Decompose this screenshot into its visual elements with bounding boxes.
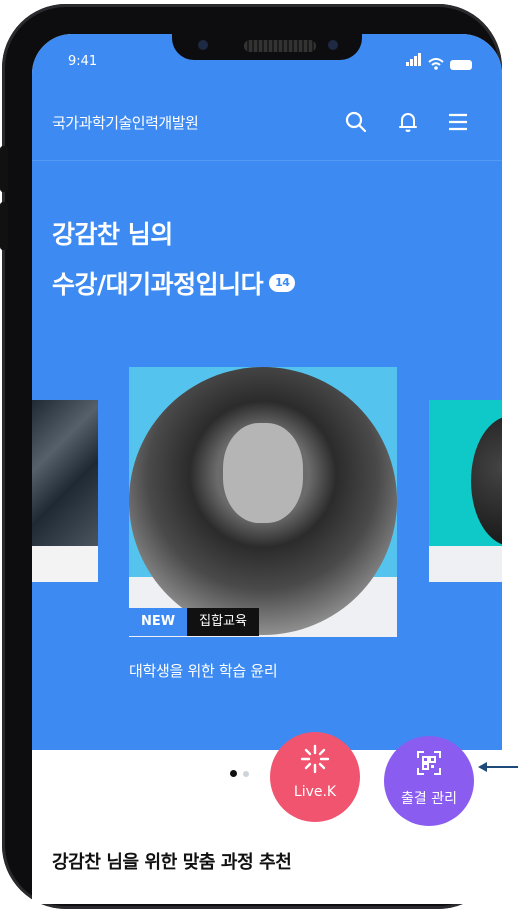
attendance-button[interactable]: 출결 관리: [384, 736, 474, 826]
course-title[interactable]: 대학생을 위한 학습 윤리: [129, 660, 278, 681]
recommend-section-title: 강감찬 님을 위한 맞춤 과정 추천: [52, 852, 292, 873]
camera-icon: [198, 40, 208, 50]
greeting-line2-text: 수강/대기과정입니다: [52, 270, 264, 299]
greeting-line2: 수강/대기과정입니다 14: [52, 260, 296, 310]
greeting-line1: 강감찬 님의: [52, 220, 173, 249]
app-screen: 9:41 국가과학기술인력개발원 강감찬 님의 수강/대기과정입니다 14 NE…: [32, 34, 502, 904]
live-k-button[interactable]: Live.K: [270, 732, 360, 822]
sparkle-icon: [300, 744, 330, 774]
org-name: 국가과학기술인력개발원: [52, 114, 199, 132]
speaker-grille: [244, 40, 316, 52]
bell-icon[interactable]: [396, 110, 420, 134]
carousel-indicator: [230, 770, 249, 777]
instructor-photo: [223, 423, 303, 523]
live-k-label: Live.K: [293, 784, 337, 800]
volume-down-button: [0, 202, 8, 250]
callout-arrow-icon: [478, 762, 518, 772]
volume-up-button: [0, 146, 8, 192]
battery-icon: [450, 60, 472, 70]
signal-icon: [406, 51, 422, 70]
greeting-heading: 강감찬 님의 수강/대기과정입니다 14: [52, 210, 296, 310]
menu-icon[interactable]: [446, 110, 470, 134]
attendance-label: 출결 관리: [401, 791, 457, 807]
new-badge: NEW: [129, 608, 188, 636]
course-card-next[interactable]: [429, 400, 502, 582]
qr-scan-icon: [414, 748, 444, 778]
hero-section: 9:41 국가과학기술인력개발원 강감찬 님의 수강/대기과정입니다 14 NE…: [32, 34, 502, 750]
carousel-dot-active[interactable]: [230, 770, 237, 777]
course-thumbnail: [32, 400, 98, 546]
course-type-badge: 집합교육: [187, 608, 259, 636]
wifi-icon: [428, 58, 444, 70]
status-icons: [406, 51, 472, 70]
course-card-featured[interactable]: [129, 367, 397, 637]
status-time: 9:41: [68, 54, 98, 69]
course-count-badge: 14: [269, 274, 296, 292]
app-header: 국가과학기술인력개발원: [32, 100, 502, 161]
course-tags: NEW 집합교육: [129, 608, 259, 636]
sensor-icon: [328, 40, 338, 50]
carousel-dot[interactable]: [243, 770, 249, 777]
course-card-prev[interactable]: [32, 400, 98, 582]
search-icon[interactable]: [344, 110, 368, 134]
phone-frame: 9:41 국가과학기술인력개발원 강감찬 님의 수강/대기과정입니다 14 NE…: [0, 4, 502, 909]
notch: [172, 34, 362, 60]
